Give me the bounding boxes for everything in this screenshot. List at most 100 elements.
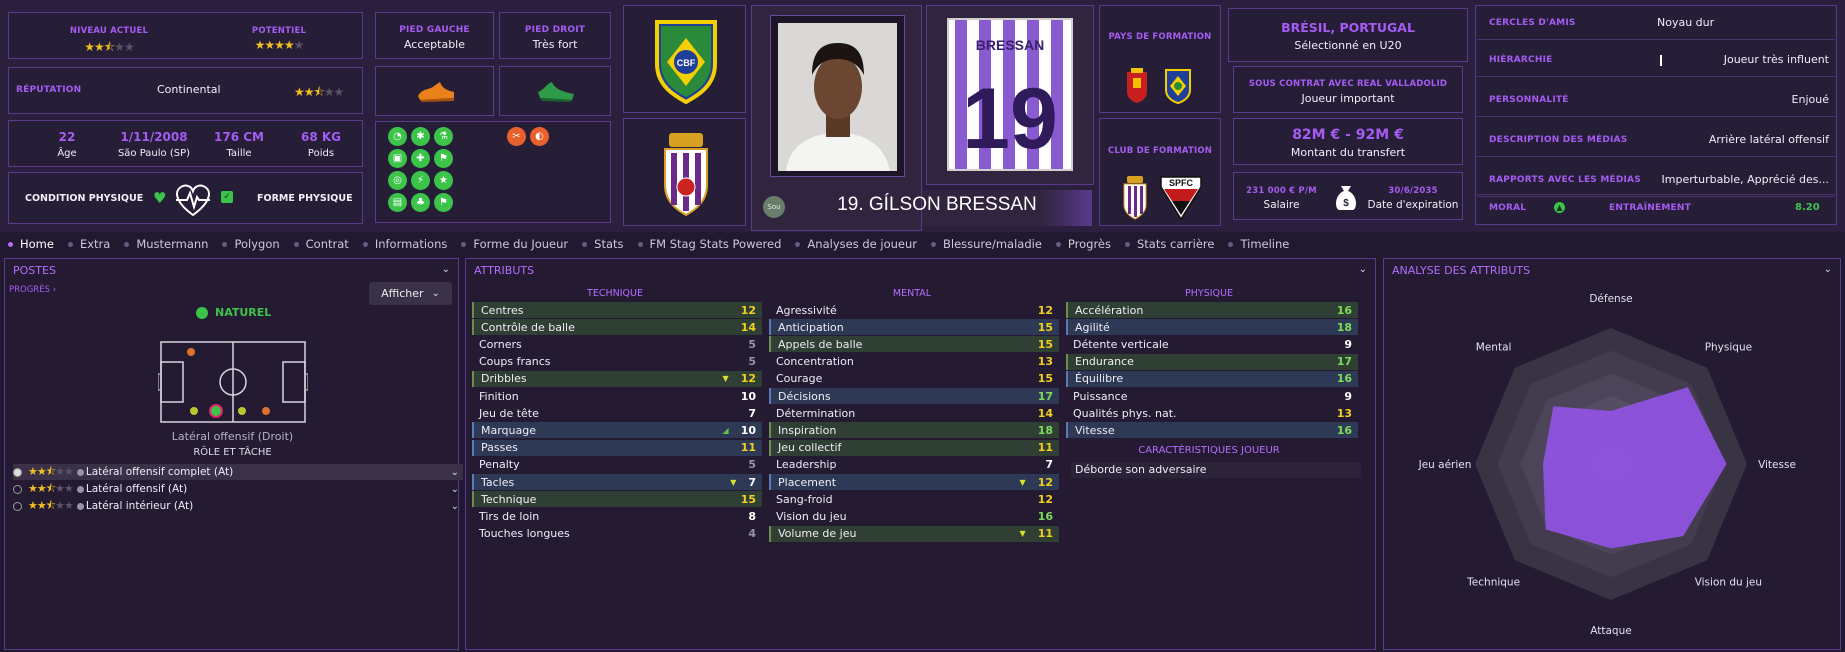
tab-dot-icon bbox=[1125, 241, 1130, 247]
training-country-card: PAYS DE FORMATION bbox=[1099, 5, 1221, 113]
tab-5[interactable]: Informations bbox=[362, 237, 447, 251]
attribute-row[interactable]: Penalty 5 bbox=[472, 457, 762, 473]
trait-badge-icon[interactable]: ⚡ bbox=[411, 171, 430, 190]
trait-badge-icon[interactable]: ✚ bbox=[411, 149, 430, 168]
attribute-row[interactable]: Volume de jeu ▼ 11 bbox=[769, 525, 1059, 542]
attribute-row[interactable]: Centres 12 bbox=[472, 302, 762, 318]
collapse-chevron-icon[interactable]: ⌄ bbox=[442, 264, 450, 277]
trend-up-icon: ◢ bbox=[722, 425, 729, 435]
attribute-row[interactable]: Leadership 7 bbox=[769, 457, 1059, 473]
role-radio[interactable] bbox=[13, 467, 22, 477]
negative-trait-icon[interactable]: ✂ bbox=[507, 127, 526, 146]
tab-1[interactable]: Extra bbox=[67, 237, 110, 251]
attribute-value: 13 bbox=[1037, 355, 1053, 369]
attribute-row[interactable]: Puissance 9 bbox=[1066, 388, 1358, 404]
tab-dot-icon bbox=[222, 241, 228, 247]
attribute-row[interactable]: Touches longues 4 bbox=[472, 526, 762, 542]
tab-8[interactable]: FM Stag Stats Powered bbox=[637, 237, 781, 251]
role-row[interactable]: ★★⯪★★ Latéral offensif (At) ⌄ bbox=[13, 481, 463, 497]
attribute-row[interactable]: Finition 10 bbox=[472, 388, 762, 404]
attribute-value: 18 bbox=[1336, 320, 1352, 334]
attribute-name: Anticipation bbox=[778, 320, 844, 334]
attribute-value-wrap: 5 bbox=[748, 458, 756, 471]
tab-2[interactable]: Mustermann bbox=[124, 237, 208, 251]
trait-badge-icon[interactable]: ▣ bbox=[388, 149, 407, 168]
right-boot-card bbox=[499, 66, 611, 116]
tab-label: Mustermann bbox=[136, 237, 209, 251]
attribute-row[interactable]: Technique 15 bbox=[472, 491, 762, 508]
attribute-value-wrap: 16 bbox=[1337, 372, 1352, 385]
tab-12[interactable]: Stats carrière bbox=[1125, 237, 1214, 251]
attribute-row[interactable]: Contrôle de balle 14 bbox=[472, 319, 762, 336]
trait-badge-icon[interactable]: ★ bbox=[434, 171, 453, 190]
attribute-row[interactable]: Marquage ◢ 10 bbox=[472, 422, 762, 439]
attribute-row[interactable]: Coups francs 5 bbox=[472, 354, 762, 370]
show-dropdown-button[interactable]: Afficher ⌄ bbox=[369, 282, 452, 305]
attribute-row[interactable]: Jeu collectif 11 bbox=[769, 439, 1059, 456]
attribute-row[interactable]: Appels de balle 15 bbox=[769, 336, 1059, 353]
attribute-value-wrap: 11 bbox=[741, 441, 756, 454]
attribute-row[interactable]: Accélération 16 bbox=[1066, 302, 1358, 318]
attribute-row[interactable]: Détente verticale 9 bbox=[1066, 336, 1358, 352]
tab-11[interactable]: Progrès bbox=[1055, 237, 1111, 251]
role-chevron-icon[interactable]: ⌄ bbox=[451, 484, 459, 495]
tab-0[interactable]: Home bbox=[8, 237, 54, 251]
attribute-row[interactable]: Placement ▼ 12 bbox=[769, 474, 1059, 490]
attribute-row[interactable]: Agressivité 12 bbox=[769, 302, 1059, 318]
role-chevron-icon[interactable]: ⌄ bbox=[451, 501, 459, 512]
tab-3[interactable]: Polygon bbox=[222, 237, 280, 251]
tab-6[interactable]: Forme du Joueur bbox=[461, 237, 568, 251]
role-chevron-icon[interactable]: ⌄ bbox=[451, 467, 459, 478]
trait-badge-icon[interactable]: ◔ bbox=[388, 127, 407, 146]
height-label: Taille bbox=[226, 148, 252, 159]
attribute-row[interactable]: Vitesse 16 bbox=[1066, 422, 1358, 439]
attribute-row[interactable]: Détermination 14 bbox=[769, 405, 1059, 421]
attribute-value-wrap: ▼ 11 bbox=[1020, 527, 1053, 540]
attribute-name: Placement bbox=[778, 475, 837, 489]
role-row[interactable]: ★★⯪★★ Latéral intérieur (At) ⌄ bbox=[13, 498, 463, 514]
trait-badge-icon[interactable]: ♣ bbox=[411, 193, 430, 212]
attribute-value: 5 bbox=[748, 337, 756, 351]
attribute-row[interactable]: Qualités phys. nat. 13 bbox=[1066, 405, 1358, 421]
attribute-row[interactable]: Courage 15 bbox=[769, 371, 1059, 387]
attribute-row[interactable]: Anticipation 15 bbox=[769, 319, 1059, 336]
negative-trait-icon[interactable]: ◐ bbox=[530, 127, 549, 146]
tab-10[interactable]: Blessure/maladie bbox=[930, 237, 1042, 251]
training-country-label: PAYS DE FORMATION bbox=[1108, 32, 1212, 42]
attribute-row[interactable]: Sang-froid 12 bbox=[769, 491, 1059, 507]
tab-dot-icon bbox=[582, 241, 588, 247]
trait-badge-icon[interactable]: ▤ bbox=[388, 193, 407, 212]
attribute-row[interactable]: Tirs de loin 8 bbox=[472, 508, 762, 524]
tab-7[interactable]: Stats bbox=[582, 237, 624, 251]
trait-badge-icon[interactable]: ⚑ bbox=[434, 149, 453, 168]
attribute-row[interactable]: Agilité 18 bbox=[1066, 319, 1358, 336]
tab-13[interactable]: Timeline bbox=[1228, 237, 1289, 251]
attribute-row[interactable]: Jeu de tête 7 bbox=[472, 405, 762, 421]
trait-badge-icon[interactable]: ✱ bbox=[411, 127, 430, 146]
attribute-row[interactable]: Corners 5 bbox=[472, 336, 762, 352]
left-foot-card: PIED GAUCHE Acceptable bbox=[375, 12, 494, 59]
level-card: NIVEAU ACTUEL ★★⯪★★ POTENTIEL ★★★★★ bbox=[8, 12, 363, 59]
attribute-row[interactable]: Inspiration 18 bbox=[769, 422, 1059, 439]
salary-value: 231 000 € P/M bbox=[1246, 186, 1317, 196]
attribute-row[interactable]: Passes 11 bbox=[472, 439, 762, 456]
role-row[interactable]: ★★⯪★★ Latéral offensif complet (At) ⌄ bbox=[13, 464, 463, 480]
attribute-row[interactable]: Concentration 13 bbox=[769, 354, 1059, 370]
progress-link[interactable]: PROGRÈS › bbox=[9, 285, 56, 295]
attribute-row[interactable]: Tacles ▼ 7 bbox=[472, 474, 762, 490]
role-radio[interactable] bbox=[13, 501, 22, 511]
attribute-row[interactable]: Dribbles ▼ 12 bbox=[472, 370, 762, 387]
personality-row-label: HIÉRARCHIE bbox=[1489, 55, 1553, 65]
attributes-chevron-icon[interactable]: ⌄ bbox=[1359, 264, 1367, 277]
trait-badge-icon[interactable]: ◎ bbox=[388, 171, 407, 190]
tab-9[interactable]: Analyses de joueur bbox=[795, 237, 917, 251]
tab-4[interactable]: Contrat bbox=[293, 237, 349, 251]
attribute-row[interactable]: Endurance 17 bbox=[1066, 353, 1358, 370]
attribute-row[interactable]: Décisions 17 bbox=[769, 388, 1059, 404]
attribute-row[interactable]: Vision du jeu 16 bbox=[769, 508, 1059, 524]
trait-badge-icon[interactable]: ⚗ bbox=[434, 127, 453, 146]
trait-badge-icon[interactable]: ⚑ bbox=[434, 193, 453, 212]
role-radio[interactable] bbox=[13, 484, 22, 494]
status-badge[interactable]: Sou bbox=[763, 196, 785, 218]
attribute-row[interactable]: Équilibre 16 bbox=[1066, 370, 1358, 387]
